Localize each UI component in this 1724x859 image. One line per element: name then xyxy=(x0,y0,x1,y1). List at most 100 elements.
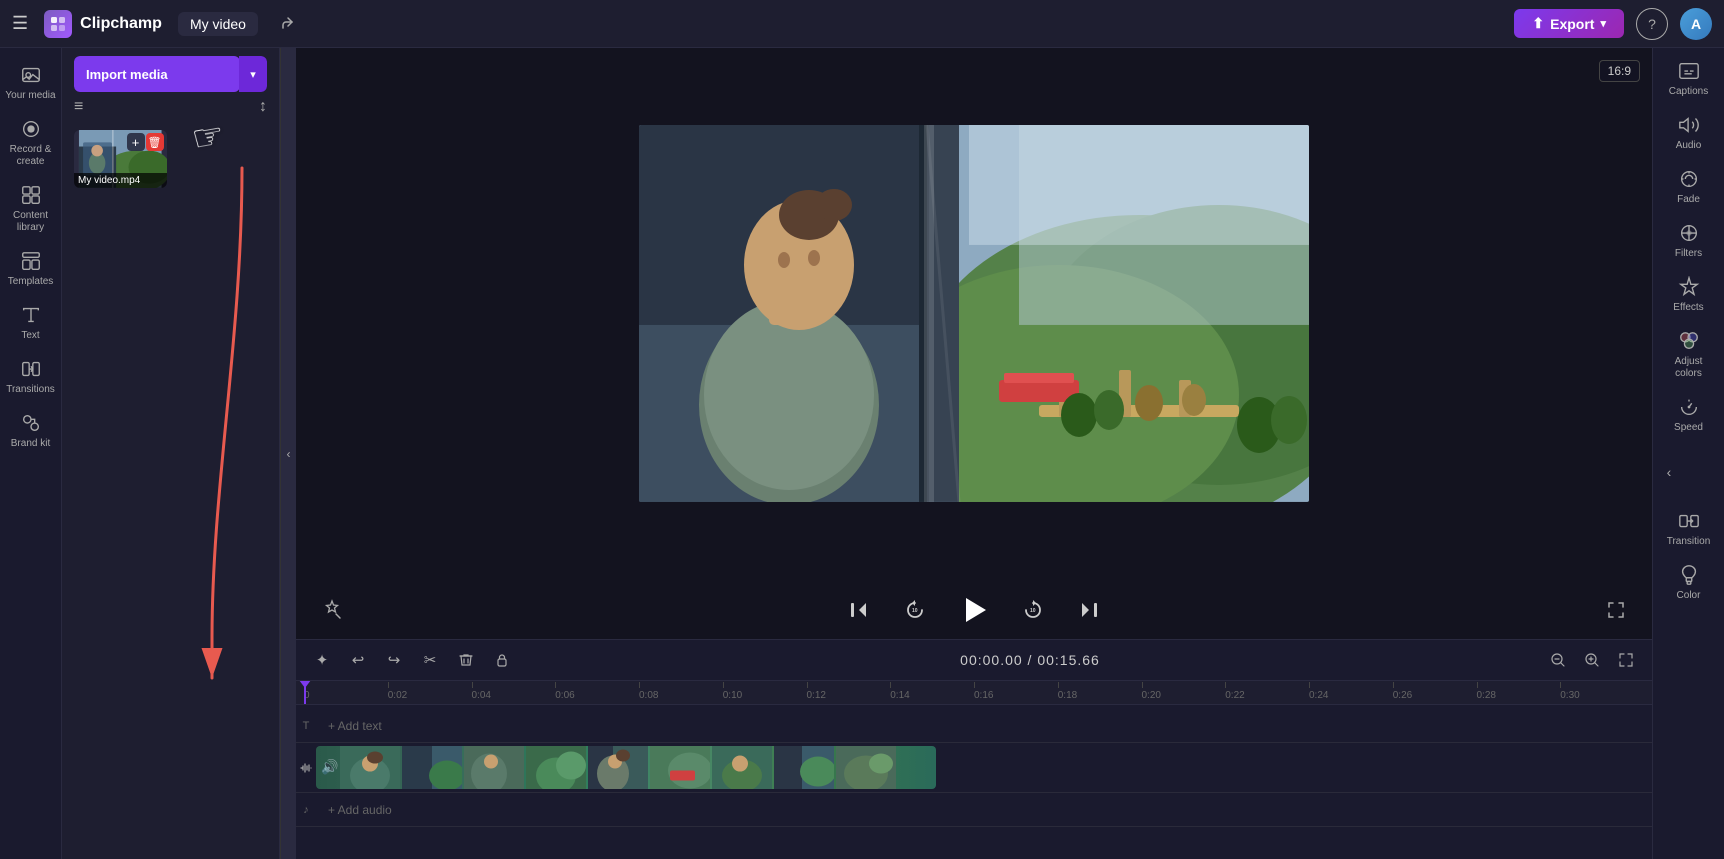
right-tool-captions[interactable]: Captions xyxy=(1655,52,1723,106)
video-clip-frames xyxy=(316,746,896,789)
zoom-in-button[interactable] xyxy=(1578,646,1606,674)
right-tool-adjust-colors-label: Adjustcolors xyxy=(1675,356,1703,380)
video-clip-frame xyxy=(650,746,710,789)
media-item-delete-button[interactable]: 🗑 xyxy=(146,133,164,151)
adjust-colors-icon xyxy=(1678,330,1700,352)
timeline-ruler: 0 0:02 0:04 0:06 0:08 0:10 0:12 0:14 0:1… xyxy=(296,681,1652,705)
ruler-mark: 0 xyxy=(304,682,388,701)
sidebar-item-text-label: Text xyxy=(21,330,39,342)
video-clip-frame xyxy=(402,746,462,789)
sidebar-item-content-library-label: Contentlibrary xyxy=(13,210,48,234)
right-tool-filters[interactable]: Filters xyxy=(1655,214,1723,268)
captions-icon xyxy=(1678,60,1700,82)
sidebar-item-templates[interactable]: Templates xyxy=(0,242,62,296)
ruler-mark: 0:20 xyxy=(1142,682,1226,701)
help-button[interactable]: ? xyxy=(1636,8,1668,40)
play-button[interactable] xyxy=(953,589,995,631)
sidebar-item-record-create[interactable]: Record &create xyxy=(0,110,62,176)
timeline-delete-button[interactable] xyxy=(452,646,480,674)
timeline-magic-button[interactable]: ✦ xyxy=(308,646,336,674)
sidebar-item-transitions[interactable]: Transitions xyxy=(0,350,62,404)
import-media-button[interactable]: Import media xyxy=(74,56,240,92)
ruler-mark: 0:30 xyxy=(1560,682,1644,701)
share-icon[interactable] xyxy=(274,8,306,40)
video-clip[interactable]: 🔊 xyxy=(316,746,936,789)
right-tool-fade[interactable]: Fade xyxy=(1655,160,1723,214)
right-tool-filters-label: Filters xyxy=(1675,248,1702,260)
right-sidebar-collapse-button[interactable]: ‹ xyxy=(1657,442,1681,502)
sidebar-item-your-media-label: Your media xyxy=(5,90,55,102)
effects-icon xyxy=(1678,276,1700,298)
media-grid: 🗑 + My video.mp4 Add to timeline xyxy=(62,122,279,859)
sidebar-item-content-library[interactable]: Contentlibrary xyxy=(0,176,62,242)
skip-forward-button[interactable] xyxy=(1071,592,1107,628)
timeline-lock-button[interactable] xyxy=(488,646,516,674)
ruler-mark: 0:18 xyxy=(1058,682,1142,701)
timeline-redo-button[interactable]: ↪ xyxy=(380,646,408,674)
zoom-out-button[interactable] xyxy=(1544,646,1572,674)
sidebar-item-text[interactable]: Text xyxy=(0,296,62,350)
timeline-tracks: T + Add text xyxy=(296,705,1652,859)
import-media-row: Import media ▾ xyxy=(74,56,267,92)
filter-icon[interactable]: ≡ xyxy=(74,98,83,116)
sidebar-item-your-media[interactable]: Your media xyxy=(0,56,62,110)
right-tool-effects[interactable]: Effects xyxy=(1655,268,1723,322)
ruler-mark: 0:04 xyxy=(472,682,556,701)
ruler-mark: 0:22 xyxy=(1225,682,1309,701)
ruler-mark: 0:26 xyxy=(1393,682,1477,701)
fast-forward-button[interactable]: 10 xyxy=(1015,592,1051,628)
skip-back-button[interactable] xyxy=(841,592,877,628)
sort-icon[interactable]: ↕ xyxy=(259,98,267,116)
media-toolbar: ≡ ↕ xyxy=(62,92,279,122)
timeline-cut-button[interactable]: ✂ xyxy=(416,646,444,674)
ruler-mark: 0:06 xyxy=(555,682,639,701)
media-item-add-button[interactable]: + xyxy=(127,133,145,151)
right-tool-color[interactable]: Color xyxy=(1655,556,1723,610)
ruler-mark: 0:02 xyxy=(388,682,472,701)
add-audio-button[interactable]: + Add audio xyxy=(316,793,1652,826)
aspect-ratio-badge[interactable]: 16:9 xyxy=(1599,60,1640,82)
clipchamp-logo-icon xyxy=(44,10,72,38)
transition-icon xyxy=(1678,510,1700,532)
text-track-row: T + Add text xyxy=(296,709,1652,743)
fullscreen-button[interactable] xyxy=(1600,594,1632,626)
app-name: Clipchamp xyxy=(80,15,162,33)
timeline-undo-button[interactable]: ↩ xyxy=(344,646,372,674)
avatar-label: A xyxy=(1691,16,1701,32)
audio-track-content: + Add audio xyxy=(316,793,1652,826)
video-title[interactable]: My video xyxy=(178,12,258,36)
right-tool-audio[interactable]: Audio xyxy=(1655,106,1723,160)
video-frame xyxy=(639,125,1309,502)
right-tool-adjust-colors[interactable]: Adjustcolors xyxy=(1655,322,1723,388)
right-tool-effects-label: Effects xyxy=(1673,302,1703,314)
ruler-mark: 0:28 xyxy=(1477,682,1561,701)
panel-collapse-button[interactable]: ‹ xyxy=(280,48,296,859)
media-item[interactable]: 🗑 + My video.mp4 Add to timeline xyxy=(74,130,167,188)
sidebar-item-brand-kit[interactable]: Brand kit xyxy=(0,404,62,458)
avatar[interactable]: A xyxy=(1680,8,1712,40)
right-tool-speed[interactable]: Speed xyxy=(1655,388,1723,442)
ruler-mark: 0:24 xyxy=(1309,682,1393,701)
rewind-button[interactable]: 10 xyxy=(897,592,933,628)
right-tool-audio-label: Audio xyxy=(1676,140,1702,152)
templates-icon xyxy=(20,250,42,272)
left-sidebar: Your media Record &create Contentlibrary xyxy=(0,48,62,859)
video-clip-frame xyxy=(464,746,524,789)
clip-audio-icon: 🔊 xyxy=(321,759,338,776)
ruler-mark: 0:12 xyxy=(807,682,891,701)
media-panel: Import media ▾ ≡ ↕ xyxy=(62,48,280,859)
magic-edit-button[interactable] xyxy=(316,594,348,626)
timeline-area: ✦ ↩ ↪ ✂ xyxy=(296,639,1652,859)
video-clip-container: 🔊 xyxy=(316,743,1652,792)
ruler-mark: 0:08 xyxy=(639,682,723,701)
right-tool-transition[interactable]: Transition xyxy=(1655,502,1723,556)
video-track-content: 🔊 xyxy=(316,743,1652,792)
export-button[interactable]: ⬆ Export ▾ xyxy=(1514,9,1624,38)
import-media-chevron[interactable]: ▾ xyxy=(239,56,267,92)
video-clip-frame xyxy=(340,746,400,789)
timeline-toolbar: ✦ ↩ ↪ ✂ xyxy=(296,640,1652,681)
hamburger-menu-icon[interactable]: ☰ xyxy=(12,13,28,34)
timeline-expand-button[interactable] xyxy=(1612,646,1640,674)
export-label: Export xyxy=(1550,16,1594,32)
add-text-button[interactable]: + Add text xyxy=(316,709,1652,742)
